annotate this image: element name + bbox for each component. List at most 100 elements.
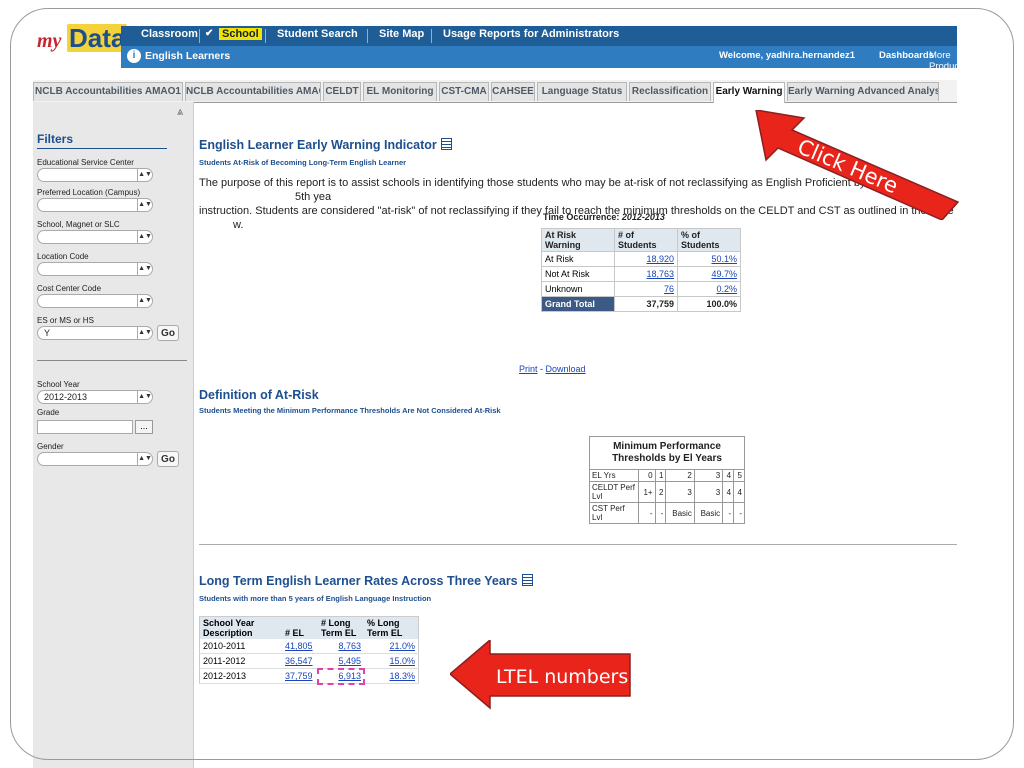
percent-link[interactable]: 50.1% [711,254,737,264]
tab-cahsee[interactable]: CAHSEE [491,82,535,101]
row-label: Not At Risk [541,266,615,282]
count-link[interactable]: 18,763 [646,269,674,279]
purpose-line-1-end: 5th yea [295,191,332,203]
grade-picker-button[interactable]: ... [135,420,153,434]
grade-input[interactable] [37,420,133,434]
esc-select[interactable]: ▲▼ [37,168,153,182]
column-header: School Year Description [199,616,282,639]
el-count-link[interactable]: 41,805 [285,641,313,651]
filter-label: Location Code [37,252,89,261]
ltel-count-link[interactable]: 5,495 [338,656,361,666]
table-cell: 3 [665,481,695,503]
table-header-row: At Risk Warning # of Students % of Stude… [541,228,741,252]
export-links: Print - Download [519,364,586,374]
report-title: English Learner Early Warning Indicator [199,138,452,152]
table-cell: 5 [733,469,745,482]
location-code-select[interactable]: ▲▼ [37,262,153,276]
chevron-updown-icon: ▲▼ [137,390,152,404]
table-cell: 4 [722,481,735,503]
download-link[interactable]: Download [546,364,586,374]
nav-site-map[interactable]: Site Map [379,28,424,40]
dashboards-link[interactable]: Dashboards [879,50,934,61]
print-link[interactable]: Print [519,364,538,374]
school-year-select[interactable]: 2012-2013 ▲▼ [37,390,153,404]
ltel-count-link[interactable]: 6,913 [338,671,361,681]
nav-divider [265,29,266,43]
ltel-subtitle: Students with more than 5 years of Engli… [199,594,432,603]
top-nav: Classroom ✔ School Student Search Site M… [121,26,957,46]
count-link[interactable]: 76 [664,284,674,294]
click-here-callout: Click Here [755,110,960,220]
grand-total-row: Grand Total 37,759 100.0% [541,296,741,312]
table-row: CELDT Perf Lvl 1+ 2 3 3 4 4 [588,481,745,503]
threshold-caption: Minimum Performance Thresholds by El Yea… [589,436,745,470]
column-header: % of Students [677,228,741,252]
table-cell: - [654,502,667,524]
table-cell: 4 [722,469,735,482]
definition-title: Definition of At-Risk [199,388,319,402]
percent-link[interactable]: 49.7% [711,269,737,279]
tab-reclassification[interactable]: Reclassification [629,82,711,101]
el-count-link[interactable]: 37,759 [285,671,313,681]
ltel-count-link[interactable]: 8,763 [338,641,361,651]
collapse-icon[interactable]: ⩓ [177,106,183,119]
ltel-percent-link[interactable]: 21.0% [389,641,415,651]
tab-early-warning[interactable]: Early Warning [713,82,785,103]
nav-student-search[interactable]: Student Search [277,28,358,40]
column-header: # Long Term EL [318,616,364,639]
filter-label: Cost Center Code [37,284,102,293]
column-header: At Risk Warning [541,228,615,252]
column-header: # EL [282,616,318,639]
filter-label: School Year [37,380,80,389]
chevron-updown-icon: ▲▼ [137,198,152,212]
divider [37,360,187,361]
go-button[interactable]: Go [157,325,179,341]
nav-classroom[interactable]: Classroom [141,28,198,40]
filter-label: Grade [37,408,60,417]
tab-cst-cma[interactable]: CST-CMA [439,82,489,101]
report-icon[interactable] [440,138,452,150]
table-row: At Risk 18,920 50.1% [541,251,741,267]
level-select[interactable]: Y ▲▼ [37,326,153,340]
table-row: EL Yrs 0 1 2 3 4 5 [588,469,745,482]
table-row: CST Perf Lvl - - Basic Basic - - [588,502,745,524]
percent-link[interactable]: 0.2% [716,284,737,294]
nav-school[interactable]: School [219,28,262,40]
ltel-title: Long Term English Learner Rates Across T… [199,574,533,588]
tab-celdt[interactable]: CELDT [323,82,361,101]
table-cell: - [722,502,735,524]
count-link[interactable]: 18,920 [646,254,674,264]
nav-divider [199,29,200,43]
total-count: 37,759 [614,296,678,312]
table-cell: - [733,502,745,524]
school-select[interactable]: ▲▼ [37,230,153,244]
ltel-percent-link[interactable]: 15.0% [389,656,415,666]
nav-divider [431,29,432,43]
tab-amao2[interactable]: NCLB Accountabilities AMAO2 [185,82,321,101]
chevron-updown-icon: ▲▼ [137,452,152,466]
school-year: 2010-2011 [199,639,282,654]
click-here-text: Click Here [794,135,901,199]
go-button[interactable]: Go [157,451,179,467]
total-percent: 100.0% [677,296,741,312]
report-icon[interactable] [521,574,533,586]
tab-early-warning-advanced[interactable]: Early Warning Advanced Analysis [787,82,939,101]
tab-language-status[interactable]: Language Status [537,82,627,101]
nav-usage-reports[interactable]: Usage Reports for Administrators [443,28,619,40]
cost-center-select[interactable]: ▲▼ [37,294,153,308]
table-header-row: School Year Description # EL # Long Term… [199,616,419,639]
filter-label: Educational Service Center [37,158,134,167]
tab-el-monitoring[interactable]: EL Monitoring [363,82,437,101]
threshold-table: Minimum Performance Thresholds by El Yea… [588,436,745,524]
tab-amao1[interactable]: NCLB Accountabilities AMAO1 [33,82,183,101]
gender-select[interactable]: ▲▼ [37,452,153,466]
more-products-link[interactable]: More Products [929,50,957,72]
ltel-percent-link[interactable]: 18.3% [389,671,415,681]
filter-label: Preferred Location (Campus) [37,188,141,197]
occurrence-value: 2012-2013 [621,212,665,222]
mydata-logo[interactable]: my Data [33,18,128,70]
time-occurrence: Time Occurrence: 2012-2013 [543,212,665,222]
campus-select[interactable]: ▲▼ [37,198,153,212]
el-count-link[interactable]: 36,547 [285,656,313,666]
logo-data: Data [67,23,128,53]
